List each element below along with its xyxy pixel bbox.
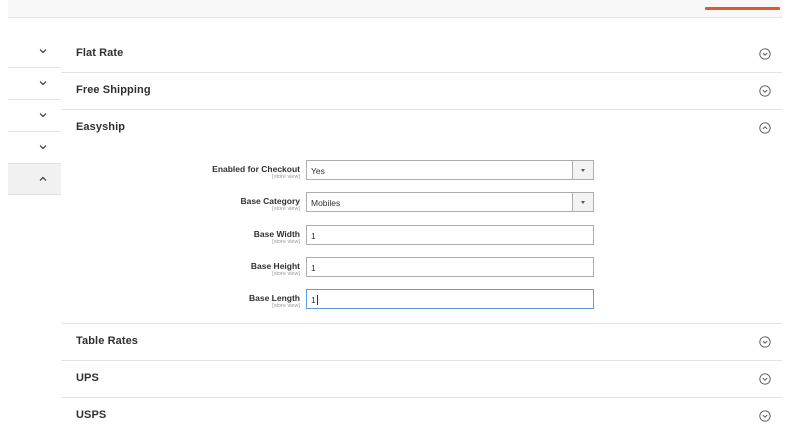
- input-value: 1: [311, 263, 316, 273]
- section-title: USPS: [76, 409, 107, 421]
- section-title: UPS: [76, 372, 99, 384]
- config-page: Flat Rate Free Shipping Easyship Enabled…: [0, 0, 790, 439]
- scope-text: [store view]: [272, 206, 300, 212]
- field-base-height: Base Height [store view] 1: [61, 257, 782, 283]
- label-text: Base Height: [250, 261, 300, 271]
- field-label: Enabled for Checkout [store view]: [212, 164, 300, 181]
- base-width-input[interactable]: 1: [306, 225, 594, 245]
- section-ups[interactable]: UPS: [61, 361, 782, 398]
- label-text: Base Length: [248, 293, 300, 303]
- chevron-down-icon: [39, 113, 47, 118]
- scope-text: [store view]: [272, 239, 300, 245]
- base-category-select[interactable]: Mobiles: [306, 192, 594, 212]
- field-label: Base Height [store view]: [251, 261, 300, 278]
- sidebar-item-collapsed[interactable]: [8, 36, 61, 68]
- field-label: Base Category [store view]: [240, 196, 300, 213]
- field-enabled-for-checkout: Enabled for Checkout [store view] Yes: [61, 160, 782, 186]
- circle-chevron-down-icon[interactable]: [759, 336, 771, 348]
- sidebar-item-collapsed[interactable]: [8, 68, 61, 100]
- chevron-up-icon: [39, 176, 47, 181]
- sidebar-item-collapsed[interactable]: [8, 132, 61, 164]
- circle-chevron-down-icon[interactable]: [759, 85, 771, 97]
- section-easyship: Easyship Enabled for Checkout [store vie…: [61, 110, 782, 324]
- circle-chevron-down-icon[interactable]: [759, 48, 771, 60]
- section-title[interactable]: Easyship: [76, 121, 125, 133]
- top-toolbar: [8, 0, 782, 18]
- sidebar-item-expanded[interactable]: [8, 163, 61, 195]
- circle-chevron-down-icon[interactable]: [759, 410, 771, 422]
- field-base-length: Base Length [store view] 1: [61, 289, 782, 315]
- section-title: Flat Rate: [76, 47, 124, 59]
- section-usps[interactable]: USPS: [61, 398, 782, 435]
- field-base-category: Base Category [store view] Mobiles: [61, 192, 782, 218]
- field-label: Base Length [store view]: [249, 293, 300, 310]
- field-label: Base Width [store view]: [254, 229, 300, 246]
- dropdown-arrow-icon[interactable]: [572, 161, 593, 179]
- enabled-for-checkout-select[interactable]: Yes: [306, 160, 594, 180]
- scope-text: [store view]: [272, 174, 300, 180]
- scope-text: [store view]: [272, 271, 300, 277]
- scope-text: [store view]: [272, 303, 300, 309]
- label-text: Base Category: [240, 196, 300, 206]
- label-text: Enabled for Checkout: [212, 164, 300, 174]
- section-flat-rate[interactable]: Flat Rate: [61, 36, 782, 73]
- input-value: 1: [311, 295, 316, 305]
- circle-chevron-up-icon[interactable]: [759, 122, 771, 134]
- dropdown-arrow-icon[interactable]: [572, 193, 593, 211]
- section-title: Table Rates: [76, 335, 139, 347]
- sidebar-item-collapsed[interactable]: [8, 100, 61, 132]
- circle-chevron-down-icon[interactable]: [759, 373, 771, 385]
- field-base-width: Base Width [store view] 1: [61, 225, 782, 251]
- base-height-input[interactable]: 1: [306, 257, 594, 277]
- text-cursor: [316, 295, 318, 305]
- section-free-shipping[interactable]: Free Shipping: [61, 73, 782, 110]
- section-title: Free Shipping: [76, 84, 151, 96]
- label-text: Base Width: [253, 229, 300, 239]
- select-value: Yes: [311, 166, 325, 176]
- input-value: 1: [311, 231, 316, 241]
- select-value: Mobiles: [311, 198, 341, 208]
- save-button-edge[interactable]: [705, 7, 780, 10]
- chevron-down-icon: [39, 49, 47, 54]
- section-table-rates[interactable]: Table Rates: [61, 324, 782, 361]
- config-sidebar: [8, 36, 61, 439]
- chevron-down-icon: [39, 145, 47, 150]
- base-length-input[interactable]: 1: [306, 289, 594, 309]
- chevron-down-icon: [39, 81, 47, 86]
